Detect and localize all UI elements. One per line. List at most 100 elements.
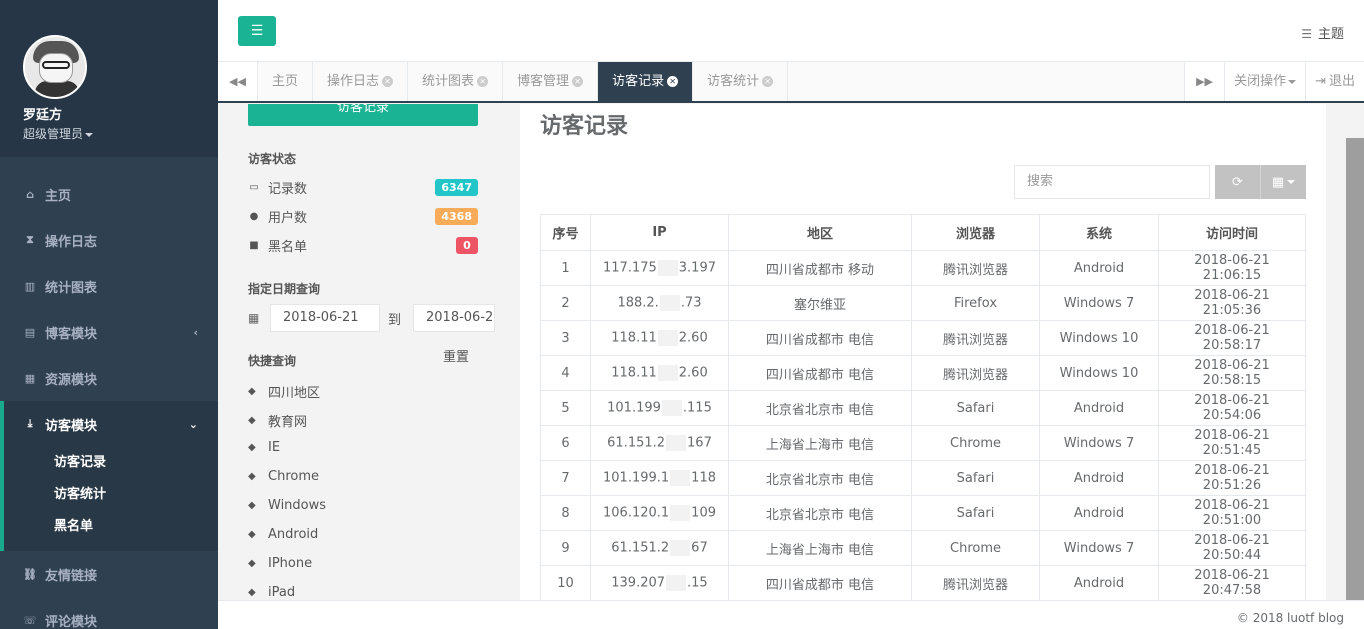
ip-prefix: 101.199.1 [603, 470, 670, 486]
close-icon[interactable]: ✕ [572, 76, 584, 87]
quick-item-ie[interactable]: ◆ IE [248, 440, 280, 455]
cell-browser: Chrome [911, 425, 1040, 461]
close-operations-dropdown[interactable]: 关闭操作 [1224, 62, 1305, 101]
stat-users[interactable]: ● 用户数 4368 [248, 206, 478, 226]
sidebar-item-visitor[interactable]: ⤓ 访客模块 ⌄ [0, 401, 218, 447]
table-row[interactable]: 4 118.11 2.60 四川省成都市 电信 腾讯浏览器 Windows 10 2018-… [540, 355, 1306, 391]
tab-visitor-records[interactable]: 访客记录 ✕ [598, 62, 694, 101]
menu-toggle-button[interactable]: ☰ [238, 16, 276, 46]
tab-charts[interactable]: 统计图表 ✕ [408, 62, 504, 101]
cell-time: 2018-06-21 20:47:58 [1158, 565, 1306, 600]
close-icon[interactable]: ✕ [762, 76, 774, 87]
theme-label: 主题 [1317, 27, 1344, 42]
footer: © 2018 luotf blog [218, 600, 1364, 629]
scrollbar[interactable] [1346, 138, 1364, 600]
quick-item-edu[interactable]: ◆ 教育网 [248, 411, 307, 430]
col-index[interactable]: 序号 [540, 214, 591, 251]
quick-item-android[interactable]: ◆ Android [248, 527, 318, 542]
status-badge: 0 [456, 237, 478, 254]
table-row[interactable]: 1 117.175 3.197 四川省成都市 移动 腾讯浏览器 Android 2018-0… [540, 250, 1306, 286]
close-ops-label: 关闭操作 [1234, 74, 1287, 89]
bar-chart-icon: ▥ [24, 279, 36, 293]
close-icon[interactable]: ✕ [667, 76, 679, 87]
sidebar-item-oplog[interactable]: ⧗ 操作日志 [0, 217, 218, 263]
sidebar-item-comments[interactable]: ☏ 评论模块 [0, 597, 218, 629]
date-to-input[interactable]: 2018-06-2 [413, 304, 496, 332]
tab-oplog[interactable]: 操作日志 ✕ [313, 62, 409, 101]
sidebar-item-home[interactable]: ⌂ 主页 [0, 171, 218, 217]
grid-icon: ▦ [24, 371, 36, 385]
table-row[interactable]: 5 101.199 .115 北京省北京市 电信 Safari Android 2018-0… [540, 390, 1306, 426]
col-time[interactable]: 访问时间 [1158, 214, 1306, 251]
cell-time: 2018-06-21 20:54:06 [1158, 390, 1306, 426]
quick-item-sichuan[interactable]: ◆ 四川地区 [248, 382, 320, 401]
refresh-button[interactable]: ⟳ [1215, 165, 1260, 199]
tab-blog-manage[interactable]: 博客管理 ✕ [503, 62, 599, 101]
subnav-item-visitor-records[interactable]: 访客记录 [4, 447, 218, 479]
cell-os: Windows 7 [1039, 285, 1159, 321]
ip-prefix: 118.11 [611, 330, 657, 346]
sidebar: 罗廷方 超级管理员 ⌂ 主页 ⧗ 操作日志 ▥ 统计图表 ▤ 博客模块 ‹ ▦ 资源模块 ⤓… [0, 0, 218, 629]
col-browser[interactable]: 浏览器 [911, 214, 1040, 251]
cell-time: 2018-06-21 20:50:44 [1158, 530, 1306, 566]
table-row[interactable]: 10 139.207 .15 四川省成都市 电信 腾讯浏览器 Android 2018-06… [540, 565, 1306, 600]
columns-button[interactable]: ▦ [1260, 165, 1306, 199]
subnav-item-visitor-stats[interactable]: 访客统计 [4, 479, 218, 511]
status-badge: 6347 [435, 179, 478, 196]
sidebar-item-label: 访客模块 [45, 418, 98, 434]
cell-time: 2018-06-21 20:58:17 [1158, 320, 1306, 356]
visitor-records-button[interactable]: 访客记录 [248, 104, 478, 126]
quick-item-label: iPad [268, 585, 296, 600]
ip-mask [659, 295, 680, 311]
cell-region: 四川省成都市 电信 [728, 565, 912, 600]
home-icon: ⌂ [26, 187, 34, 201]
table-row[interactable]: 8 106.120.1 109 北京省北京市 电信 Safari Android 2018-… [540, 495, 1306, 531]
col-os[interactable]: 系统 [1039, 214, 1159, 251]
reset-button[interactable]: 重置 [443, 346, 469, 365]
search-input[interactable]: 搜索 [1014, 165, 1210, 199]
quick-item-windows[interactable]: ◆ Windows [248, 498, 326, 513]
table-row[interactable]: 6 61.151.2 167 上海省上海市 电信 Chrome Windows 7 2018… [540, 425, 1306, 461]
sidebar-item-resource[interactable]: ▦ 资源模块 [0, 355, 218, 401]
table-row[interactable]: 3 118.11 2.60 四川省成都市 电信 腾讯浏览器 Windows 10 2018-… [540, 320, 1306, 356]
theme-button[interactable]: ☰ 主题 [1301, 23, 1344, 42]
quick-item-iphone[interactable]: ◆ IPhone [248, 556, 312, 571]
cell-os: Windows 10 [1039, 355, 1159, 391]
tabs-scroll-right-button[interactable]: ▶▶ [1184, 62, 1224, 101]
cell-os: Android [1039, 250, 1159, 286]
date-from-input[interactable]: 2018-06-21 [270, 304, 380, 332]
table-row[interactable]: 7 101.199.1 118 北京省北京市 电信 Safari Android 2018-… [540, 460, 1306, 496]
cell-region: 北京省北京市 电信 [728, 460, 912, 496]
logout-button[interactable]: ⇥ 退出 [1305, 62, 1364, 101]
quick-title: 快捷查询 [248, 354, 297, 368]
user-role-label: 超级管理员 [23, 127, 84, 141]
ip-suffix: 2.60 [678, 365, 708, 381]
close-icon[interactable]: ✕ [382, 76, 394, 87]
status-badge: 4368 [435, 208, 478, 225]
ip-suffix: .115 [682, 400, 712, 416]
col-ip[interactable]: IP [590, 214, 729, 251]
tabs-scroll-left-button[interactable]: ◀◀ [218, 62, 258, 101]
table-row[interactable]: 9 61.151.2 67 上海省上海市 电信 Chrome Windows 7 2018-… [540, 530, 1306, 566]
quick-item-chrome[interactable]: ◆ Chrome [248, 469, 319, 484]
subnav-item-blacklist[interactable]: 黑名单 [4, 511, 218, 543]
tab-visitor-stats[interactable]: 访客统计 ✕ [693, 62, 789, 101]
ip-suffix: .15 [687, 575, 708, 591]
quick-item-ipad[interactable]: ◆ iPad [248, 585, 295, 600]
stat-records[interactable]: ▭ 记录数 6347 [248, 177, 478, 197]
col-region[interactable]: 地区 [728, 214, 912, 251]
tab-home[interactable]: 主页 [258, 62, 314, 101]
table-row[interactable]: 2 188.2. .73 塞尔维亚 Firefox Windows 7 2018-06-21… [540, 285, 1306, 321]
sidebar-item-label: 操作日志 [45, 234, 98, 250]
close-icon[interactable]: ✕ [477, 76, 489, 87]
sidebar-item-blog[interactable]: ▤ 博客模块 ‹ [0, 309, 218, 355]
avatar[interactable] [23, 35, 87, 99]
stat-blacklist[interactable]: ■ 黑名单 0 [248, 235, 478, 255]
caret-down-icon [1288, 79, 1297, 84]
cell-ip: 101.199.1 118 [590, 460, 729, 496]
sidebar-item-charts[interactable]: ▥ 统计图表 [0, 263, 218, 309]
cell-time: 2018-06-21 20:51:26 [1158, 460, 1306, 496]
cell-ip: 61.151.2 67 [590, 530, 729, 566]
sidebar-item-links[interactable]: ⛓ 友情链接 [0, 551, 218, 597]
user-role-dropdown[interactable]: 超级管理员 [23, 125, 218, 142]
